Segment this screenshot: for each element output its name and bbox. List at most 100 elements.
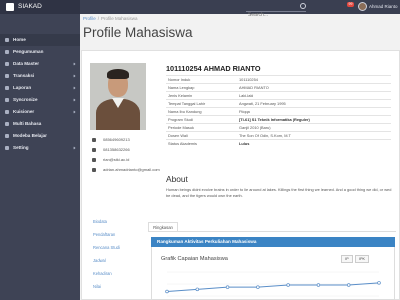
chevron-down-icon <box>72 98 76 102</box>
user-avatar[interactable] <box>358 2 367 11</box>
achievement-chart <box>165 271 381 297</box>
page-title: Profile Mahasiswa <box>83 25 193 40</box>
sidebar: Home Pengumuman Data Master Transaksi La… <box>0 14 80 300</box>
photo-hair-shape <box>107 69 129 79</box>
info-row-jenis-kelamin: Jenis Kelamin Laki-laki <box>166 91 391 99</box>
about-text: Human beings didnt evolve brains in orde… <box>166 187 392 198</box>
contact-text[interactable]: adrian.ahmadrianto@gmail.com <box>103 167 160 172</box>
chevron-down-icon <box>72 74 76 78</box>
chart-toggle-ip-button[interactable]: IP <box>341 255 353 263</box>
sidebar-item-syncronize[interactable]: Syncronize <box>0 94 80 106</box>
profile-photo <box>90 63 146 130</box>
chart-point[interactable] <box>286 283 290 287</box>
info-row-program-studi: Program Studi [TI-61] S1 Teknik Informati… <box>166 115 391 123</box>
search-box <box>246 3 306 19</box>
breadcrumb-current: Profile Mahasiswa <box>101 16 138 21</box>
sidebar-item-label: Kuisioner <box>13 109 35 114</box>
sidebar-item-data-master[interactable]: Data Master <box>0 58 80 70</box>
chart-point[interactable] <box>225 285 230 289</box>
database-icon <box>5 62 9 66</box>
app-logo-icon <box>6 3 14 11</box>
breadcrumb: Profile / Profile Mahasiswa <box>83 16 138 21</box>
chart-point[interactable] <box>346 283 351 287</box>
notification-badge[interactable]: 99 <box>347 2 354 7</box>
language-icon <box>5 122 9 126</box>
mobile-icon <box>92 148 96 152</box>
side-menu-jadwal[interactable]: Jadwal <box>93 258 106 263</box>
sidebar-item-multi-bahasa[interactable]: Multi Bahasa <box>0 118 80 130</box>
contact-text[interactable]: rian@stki.ac.id <box>103 157 129 162</box>
chart-point[interactable] <box>316 283 321 287</box>
info-value: Lulus <box>239 141 250 146</box>
app-brand[interactable]: SIAKAD <box>0 0 80 14</box>
sidebar-item-label: Syncronize <box>13 97 38 102</box>
side-menu-biodata[interactable]: Biodata <box>93 219 107 224</box>
gear-icon <box>5 146 9 150</box>
breadcrumb-separator: / <box>97 16 100 21</box>
sidebar-item-label: Pengumuman <box>13 49 44 54</box>
contact-email: rian@stki.ac.id <box>90 155 170 164</box>
side-menu-nilai[interactable]: Nilai <box>93 284 101 289</box>
contact-mobile: 081358632266 <box>90 145 170 154</box>
sidebar-item-label: Data Master <box>13 61 40 66</box>
sidebar-item-label: Transaksi <box>13 73 35 78</box>
user-menu[interactable]: Ahmad Rianto <box>369 0 398 14</box>
contact-text: 081358632266 <box>103 147 130 152</box>
sync-icon <box>5 98 9 102</box>
info-row-status-akademis: Status Akademis Lulus <box>166 139 391 147</box>
info-row-ibu-kandung: Nama Ibu Kandung Ftiqqa <box>166 107 391 115</box>
search-input[interactable] <box>246 11 298 19</box>
side-menu-pendaftaran[interactable]: Pendaftaran <box>93 232 115 237</box>
info-row-nomor-induk: Nomor Induk 101110254 <box>166 75 391 83</box>
chart-title: Grafik Capaian Mahasiswa <box>161 256 228 262</box>
chart-point[interactable] <box>377 281 381 285</box>
top-bar: SIAKAD 99 Ahmad Rianto <box>0 0 400 19</box>
chevron-down-icon <box>72 146 76 150</box>
sidebar-item-label: Modeba Belajar <box>13 133 47 138</box>
sidebar-item-pengumuman[interactable]: Pengumuman <box>0 46 80 58</box>
mail-icon <box>92 168 96 172</box>
chevron-down-icon <box>72 110 76 114</box>
sidebar-item-home[interactable]: Home <box>0 34 80 46</box>
info-row-dosen-wali: Dosen Wali The Son Of Odin, S.Kom, M.T <box>166 131 391 139</box>
sidebar-item-kuisioner[interactable]: Kuisioner <box>0 106 80 118</box>
sidebar-item-transaksi[interactable]: Transaksi <box>0 70 80 82</box>
profile-heading: 101110254 AHMAD RIANTO <box>166 64 261 73</box>
tab-divider <box>148 231 396 232</box>
sidebar-item-label: Setting <box>13 145 29 150</box>
contact-email-alt: adrian.ahmadrianto@gmail.com <box>90 165 170 174</box>
report-icon <box>5 86 9 90</box>
info-row-periode-masuk: Periode Masuk Ganjil 2010 (Baru) <box>166 123 391 131</box>
chart-point[interactable] <box>256 285 260 289</box>
contact-text: 085649609213 <box>103 137 130 142</box>
sidebar-item-label: Multi Bahasa <box>13 121 42 126</box>
phone-icon <box>92 138 96 142</box>
chart-toggle-ipk-button[interactable]: IPK <box>355 255 369 263</box>
search-icon[interactable] <box>300 3 306 9</box>
learning-icon <box>5 134 9 138</box>
sidebar-item-setting[interactable]: Setting <box>0 142 80 154</box>
announcement-icon <box>5 50 9 54</box>
sidebar-item-laporan[interactable]: Laporan <box>0 82 80 94</box>
info-row-nama-lengkap: Nama Lengkap AHMAD RIANTO <box>166 83 391 91</box>
chart-point[interactable] <box>195 287 200 292</box>
chevron-down-icon <box>72 86 76 90</box>
contact-phone: 085649609213 <box>90 135 170 144</box>
questionnaire-icon <box>5 110 9 114</box>
chart-point[interactable] <box>165 289 169 294</box>
transaction-icon <box>5 74 9 78</box>
sidebar-item-label: Laporan <box>13 85 32 90</box>
info-row-ttl: Tempat Tanggal Lahir Angwati, 21 February… <box>166 99 391 107</box>
side-menu-kehadiran[interactable]: Kehadiran <box>93 271 112 276</box>
side-menu-rencana-studi[interactable]: Rencana Studi <box>93 245 120 250</box>
info-label: Status Akademis <box>168 141 197 146</box>
breadcrumb-link-profile[interactable]: Profile <box>83 16 96 21</box>
app-title: SIAKAD <box>18 3 42 10</box>
about-title: About <box>166 174 188 184</box>
home-icon <box>5 38 9 42</box>
mail-icon <box>92 158 96 162</box>
sidebar-item-modeba-belajar[interactable]: Modeba Belajar <box>0 130 80 142</box>
chevron-down-icon <box>72 62 76 66</box>
sidebar-item-label: Home <box>13 37 26 42</box>
summary-panel-header: Rangkuman Aktivitas Perkuliahan Mahasisw… <box>151 237 395 247</box>
